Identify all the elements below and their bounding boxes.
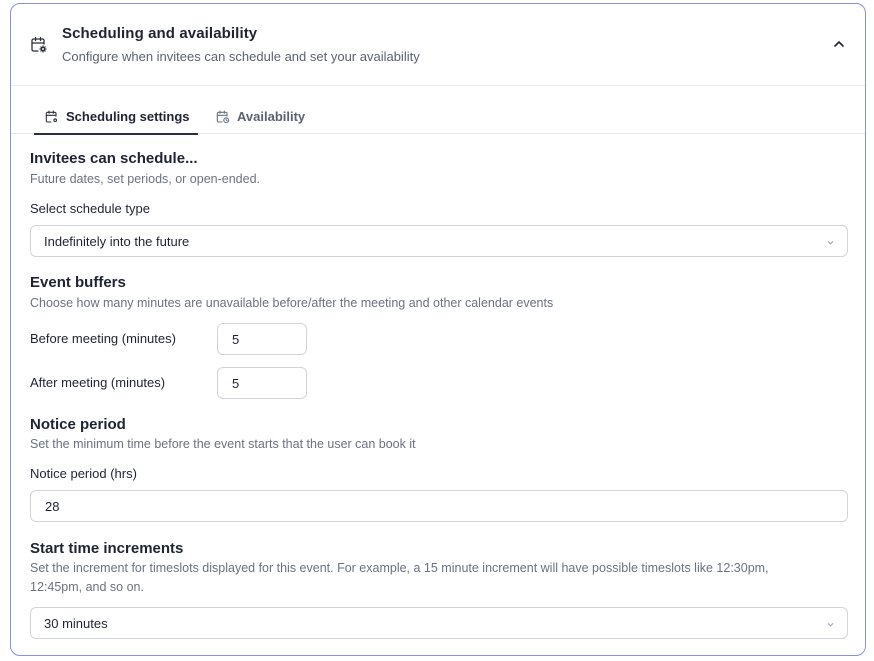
- tab-label: Availability: [237, 109, 306, 124]
- before-meeting-label: Before meeting (minutes): [30, 331, 176, 346]
- buffers-description: Choose how many minutes are unavailable …: [30, 296, 554, 310]
- scheduling-card: Scheduling and availability Configure wh…: [10, 3, 866, 656]
- calendar-gear-icon: [31, 36, 47, 53]
- chevron-up-icon[interactable]: [829, 34, 849, 54]
- invitees-title: Invitees can schedule...: [30, 150, 198, 167]
- notice-period-label: Notice period (hrs): [30, 466, 137, 481]
- invitees-description: Future dates, set periods, or open-ended…: [30, 172, 261, 186]
- chevron-down-icon: [827, 623, 834, 627]
- notice-description: Set the minimum time before the event st…: [30, 437, 416, 451]
- section-subtitle: Configure when invitees can schedule and…: [62, 49, 420, 64]
- tab-scheduling-settings[interactable]: Scheduling settings: [34, 101, 198, 135]
- tab-availability[interactable]: Availability: [216, 101, 305, 134]
- increments-description-line1: Set the increment for timeslots displaye…: [30, 561, 769, 575]
- section-title: Scheduling and availability: [62, 25, 258, 42]
- calendar-clock-icon: [216, 110, 230, 124]
- increments-title: Start time increments: [30, 540, 184, 557]
- tab-bar: Scheduling settings Availability: [11, 101, 865, 135]
- schedule-type-select[interactable]: Indefinitely into the future: [30, 225, 848, 257]
- before-meeting-input[interactable]: [217, 323, 307, 355]
- after-meeting-input[interactable]: [217, 367, 307, 399]
- schedule-type-label: Select schedule type: [30, 201, 150, 216]
- buffers-title: Event buffers: [30, 274, 126, 291]
- calendar-gear-icon: [45, 110, 58, 123]
- notice-period-input[interactable]: [30, 490, 848, 522]
- schedule-type-value: Indefinitely into the future: [44, 234, 190, 249]
- tab-label: Scheduling settings: [66, 109, 190, 124]
- increments-value: 30 minutes: [44, 616, 108, 631]
- after-meeting-label: After meeting (minutes): [30, 375, 166, 390]
- notice-title: Notice period: [30, 416, 126, 433]
- increments-description-line2: 12:45pm, and so on.: [30, 580, 144, 594]
- card-header[interactable]: Scheduling and availability Configure wh…: [11, 4, 865, 86]
- chevron-down-icon: [827, 241, 834, 245]
- increments-select[interactable]: 30 minutes: [30, 607, 848, 639]
